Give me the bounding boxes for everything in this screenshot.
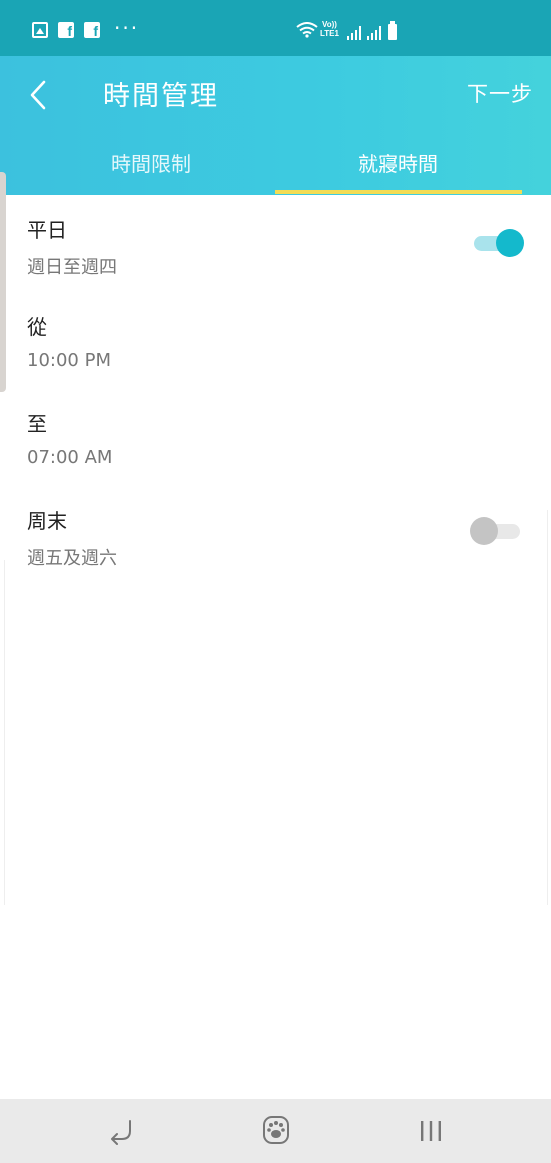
tab-bedtime[interactable]: 就寢時間	[275, 148, 521, 177]
from-time-value: 10:00 PM	[27, 350, 111, 371]
weekday-subtitle: 週日至週四	[27, 257, 117, 278]
facebook-icon: f	[84, 22, 100, 39]
toggle-knob	[470, 517, 498, 545]
edge-shadow	[0, 172, 6, 392]
weekday-toggle[interactable]	[474, 229, 526, 257]
back-chevron-icon[interactable]	[26, 78, 56, 112]
battery-icon	[388, 21, 397, 40]
volte-icon: Vo)) LTE1	[320, 20, 339, 38]
navigation-bar	[0, 1099, 551, 1163]
gallery-icon	[32, 22, 48, 38]
weekday-row[interactable]: 平日 週日至週四	[27, 214, 117, 279]
weekday-title: 平日	[27, 218, 67, 242]
app-bar: 時間管理 下一步 時間限制 就寢時間	[0, 56, 551, 195]
to-time-row[interactable]: 至 07:00 AM	[27, 408, 112, 468]
volte-top-label: Vo))	[322, 20, 337, 29]
more-dots-icon: ···	[114, 16, 140, 40]
weekend-row[interactable]: 周末 週五及週六	[27, 505, 117, 570]
divider	[4, 560, 5, 905]
status-bar: f f ··· Vo)) LTE1	[0, 0, 551, 56]
wifi-icon	[296, 22, 318, 38]
recent-apps-icon[interactable]	[418, 1119, 444, 1143]
to-time-value: 07:00 AM	[27, 447, 113, 468]
signal-icon	[367, 26, 381, 40]
toggle-knob	[496, 229, 524, 257]
tab-time-limit[interactable]: 時間限制	[28, 148, 274, 177]
from-title: 從	[27, 315, 47, 339]
to-title: 至	[27, 412, 47, 436]
weekend-title: 周末	[27, 509, 67, 533]
weekend-subtitle: 週五及週六	[27, 548, 117, 569]
facebook-icon: f	[58, 22, 74, 39]
page-title: 時間管理	[103, 81, 219, 112]
next-button[interactable]: 下一步	[467, 78, 533, 108]
divider	[547, 510, 548, 905]
back-arrow-icon[interactable]	[108, 1117, 136, 1145]
from-time-row[interactable]: 從 10:00 PM	[27, 311, 111, 371]
signal-icon	[347, 26, 361, 40]
weekend-toggle[interactable]	[470, 517, 522, 545]
paw-home-icon[interactable]	[262, 1115, 290, 1145]
tab-indicator	[275, 190, 522, 194]
volte-bottom-label: LTE1	[320, 29, 339, 38]
